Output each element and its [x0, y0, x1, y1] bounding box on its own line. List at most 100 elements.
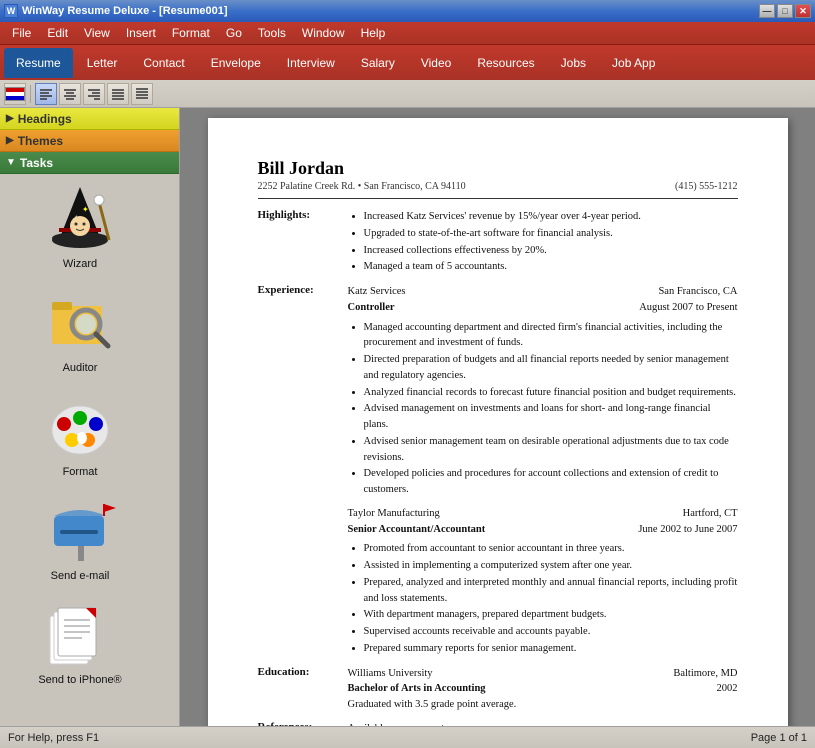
window-controls: — □ ✕	[759, 4, 811, 18]
tab-salary[interactable]: Salary	[349, 48, 407, 78]
highlight-item: Increased collections effectiveness by 2…	[364, 243, 738, 259]
sidebar-themes-header[interactable]: ▶ Themes	[0, 130, 179, 152]
sidebar-item-email[interactable]: Send e-mail	[0, 486, 160, 590]
highlight-item: Upgraded to state-of-the-art software fo…	[364, 226, 738, 242]
auditor-icon	[44, 286, 116, 358]
status-bar: For Help, press F1 Page 1 of 1	[0, 726, 815, 748]
tab-jobapp[interactable]: Job App	[600, 48, 667, 78]
education-label: Education:	[258, 666, 348, 713]
job1-bullet: Managed accounting department and direct…	[364, 320, 738, 352]
sidebar-headings-label: Headings	[18, 112, 72, 126]
tab-interview[interactable]: Interview	[275, 48, 347, 78]
email-label: Send e-mail	[51, 570, 110, 582]
format-toolbar	[0, 80, 815, 108]
menu-view[interactable]: View	[76, 24, 118, 42]
sidebar-item-auditor[interactable]: Auditor	[0, 278, 160, 382]
references-text: Available upon request	[348, 723, 445, 726]
window-title: WinWay Resume Deluxe - [Resume001]	[22, 5, 228, 17]
highlights-content: Increased Katz Services' revenue by 15%/…	[348, 209, 738, 276]
tab-envelope[interactable]: Envelope	[199, 48, 273, 78]
tab-video[interactable]: Video	[409, 48, 463, 78]
menu-format[interactable]: Format	[164, 24, 218, 42]
align-left-button[interactable]	[35, 83, 57, 105]
tab-jobs[interactable]: Jobs	[549, 48, 598, 78]
education-section: Education: Williams University Baltimore…	[258, 666, 738, 713]
align-left-icon	[39, 87, 53, 101]
menu-window[interactable]: Window	[294, 24, 353, 42]
menu-go[interactable]: Go	[218, 24, 250, 42]
tasks-arrow-icon: ▼	[6, 157, 16, 168]
iphone-icon	[44, 598, 116, 670]
job1-dates: August 2007 to Present	[639, 300, 737, 316]
svg-text:✦: ✦	[82, 205, 89, 214]
maximize-button[interactable]: □	[777, 4, 793, 18]
align-right-button[interactable]	[83, 83, 105, 105]
sidebar-item-wizard[interactable]: ✦ ✦ Wizard	[0, 174, 160, 278]
highlights-section: Highlights: Increased Katz Services' rev…	[258, 209, 738, 276]
sidebar-item-format[interactable]: Format	[0, 382, 160, 486]
resume-address: 2252 Palatine Creek Rd. • San Francisco,…	[258, 181, 466, 192]
references-content: Available upon request	[348, 721, 738, 726]
job2-bullet: Promoted from accountant to senior accou…	[364, 541, 738, 557]
references-label: References:	[258, 721, 348, 726]
job2-header: Taylor Manufacturing Hartford, CT	[348, 506, 738, 522]
align-center-button[interactable]	[59, 83, 81, 105]
main-content: ▶ Headings ▶ Themes ▼ Tasks	[0, 108, 815, 726]
status-page: Page 1 of 1	[751, 732, 807, 744]
tab-letter[interactable]: Letter	[75, 48, 130, 78]
title-bar: W WinWay Resume Deluxe - [Resume001] — □…	[0, 0, 815, 22]
job1-bullet: Advised management on investments and lo…	[364, 401, 738, 433]
sidebar-tasks-header[interactable]: ▼ Tasks	[0, 152, 179, 174]
toolbar-separator	[30, 85, 31, 103]
menu-tools[interactable]: Tools	[250, 24, 294, 42]
resume-phone: (415) 555-1212	[675, 181, 738, 192]
sidebar-themes-label: Themes	[18, 134, 63, 148]
menu-insert[interactable]: Insert	[118, 24, 164, 42]
experience-content: Katz Services San Francisco, CA Controll…	[348, 284, 738, 658]
job2-bullet: Prepared, analyzed and interpreted month…	[364, 575, 738, 607]
job2-title: Senior Accountant/Accountant	[348, 522, 486, 538]
experience-label: Experience:	[258, 284, 348, 658]
resume-name: Bill Jordan	[258, 158, 738, 179]
headings-arrow-icon: ▶	[6, 113, 14, 124]
job2-bullet: With department managers, prepared depar…	[364, 607, 738, 623]
format-icon	[44, 390, 116, 462]
highlights-list: Increased Katz Services' revenue by 15%/…	[364, 209, 738, 275]
format-label: Format	[63, 466, 98, 478]
tab-contact[interactable]: Contact	[131, 48, 196, 78]
close-button[interactable]: ✕	[795, 4, 811, 18]
menu-file[interactable]: File	[4, 24, 39, 42]
tab-resume[interactable]: Resume	[4, 48, 73, 78]
job2-dates: June 2002 to June 2007	[638, 522, 737, 538]
iphone-label: Send to iPhone®	[38, 674, 121, 686]
experience-section: Experience: Katz Services San Francisco,…	[258, 284, 738, 658]
align-distribute-button[interactable]	[131, 83, 153, 105]
sidebar-list: ✦ ✦ Wizard	[0, 174, 179, 726]
job1-bullet: Developed policies and procedures for ac…	[364, 466, 738, 498]
edu-location: Baltimore, MD	[673, 666, 737, 682]
email-icon	[44, 494, 116, 566]
align-distribute-icon	[135, 87, 149, 101]
status-help: For Help, press F1	[8, 732, 99, 744]
job1-bullet: Analyzed financial records to forecast f…	[364, 385, 738, 401]
wizard-label: Wizard	[63, 258, 97, 270]
job2-location: Hartford, CT	[683, 506, 738, 522]
job1-bullet: Advised senior management team on desira…	[364, 434, 738, 466]
doc-area[interactable]: Bill Jordan 2252 Palatine Creek Rd. • Sa…	[180, 108, 815, 726]
highlight-item: Managed a team of 5 accountants.	[364, 259, 738, 275]
flag-button[interactable]	[4, 83, 26, 105]
job2-bullet: Assisted in implementing a computerized …	[364, 558, 738, 574]
align-justify-icon	[111, 87, 125, 101]
align-justify-button[interactable]	[107, 83, 129, 105]
align-right-icon	[87, 87, 101, 101]
sidebar-item-iphone[interactable]: Send to iPhone®	[0, 590, 160, 694]
tab-resources[interactable]: Resources	[465, 48, 546, 78]
menu-edit[interactable]: Edit	[39, 24, 76, 42]
sidebar: ▶ Headings ▶ Themes ▼ Tasks	[0, 108, 180, 726]
job1-title-row: Controller August 2007 to Present	[348, 300, 738, 316]
edu-note: Graduated with 3.5 grade point average.	[348, 697, 738, 713]
minimize-button[interactable]: —	[759, 4, 775, 18]
job2-bullet: Prepared summary reports for senior mana…	[364, 641, 738, 657]
menu-help[interactable]: Help	[353, 24, 394, 42]
sidebar-headings-header[interactable]: ▶ Headings	[0, 108, 179, 130]
